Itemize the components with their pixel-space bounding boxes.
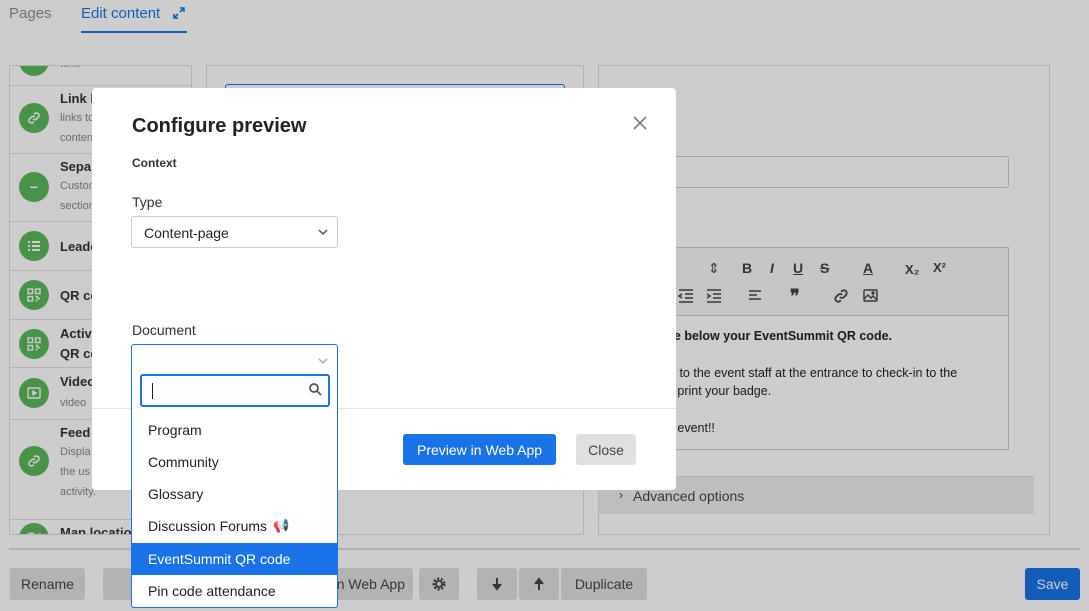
option-label: Discussion Forums [148,518,268,534]
megaphone-icon: 📢 [273,518,290,533]
close-button[interactable]: Close [576,434,636,465]
option-glossary[interactable]: Glossary [132,478,337,510]
context-heading: Context [132,156,177,170]
document-label: Document [132,322,196,338]
document-search-input[interactable] [140,374,330,407]
text-cursor [152,383,153,399]
option-program[interactable]: Program [132,414,337,446]
chevron-down-icon [318,229,328,236]
option-pin-code-attendance[interactable]: Pin code attendance [132,575,337,607]
type-select[interactable]: Content-page [131,216,338,248]
modal-title: Configure preview [132,115,307,137]
option-eventsummit-qr-code[interactable]: EventSummit QR code [132,543,337,575]
chevron-down-icon [318,358,328,365]
close-icon[interactable] [632,115,648,131]
option-discussion-forums[interactable]: Discussion Forums 📢 [132,510,337,542]
preview-in-web-app-button[interactable]: Preview in Web App [403,434,556,465]
option-community[interactable]: Community [132,446,337,478]
type-label: Type [132,194,163,210]
document-dropdown: Program Community Glossary Discussion Fo… [131,372,338,608]
type-select-value: Content-page [144,225,229,241]
search-icon [309,383,322,396]
